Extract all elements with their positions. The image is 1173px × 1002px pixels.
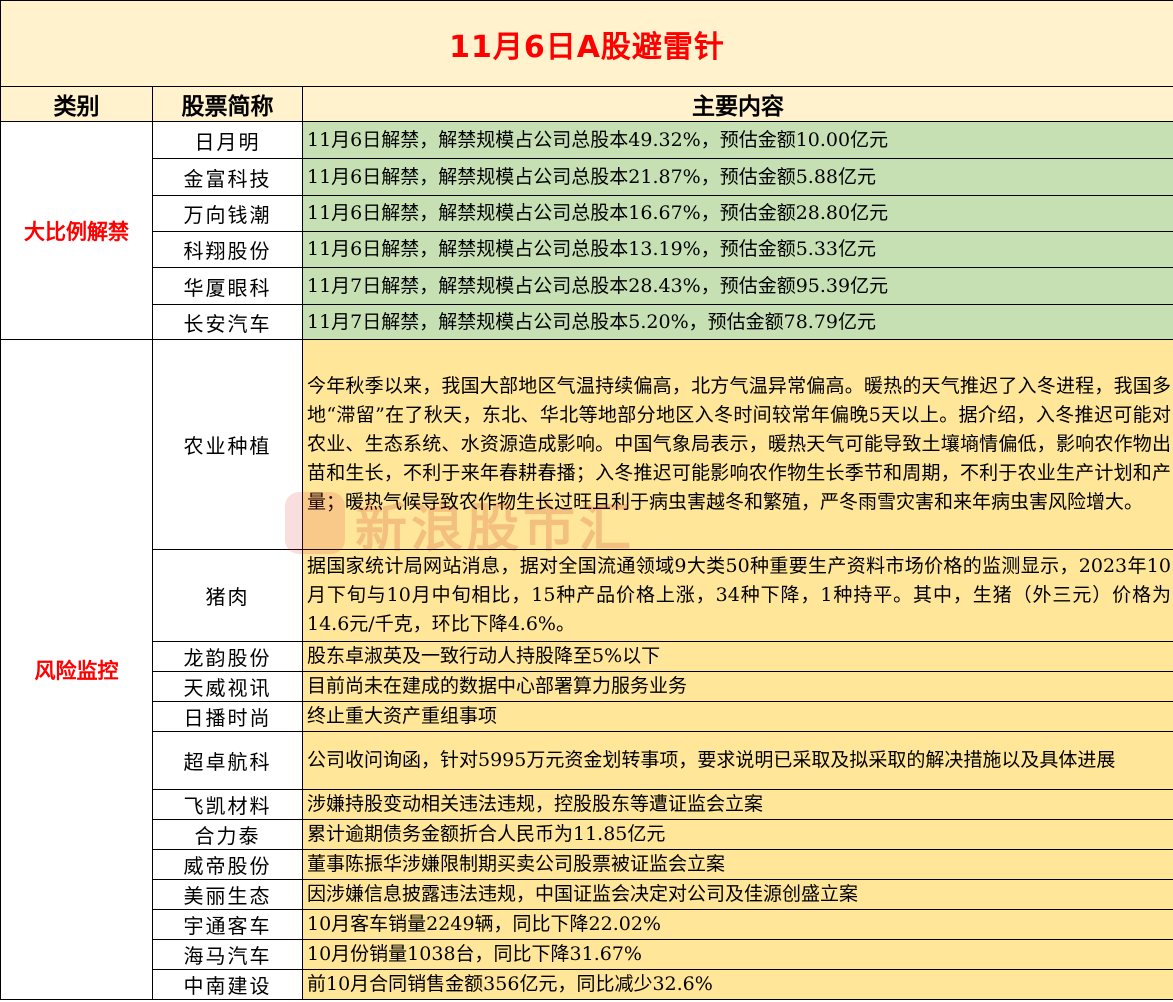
table-row: 合力泰 累计逾期债务金额折合人民币为11.85亿元 — [1, 819, 1173, 850]
stock-name-cell: 金富科技 — [152, 158, 303, 196]
stock-name-cell: 美丽生态 — [152, 879, 303, 910]
table-row: 飞凯材料 涉嫌持股变动相关违法违规，控股股东等遭证监会立案 — [1, 789, 1173, 820]
stock-name-cell: 天威视讯 — [152, 671, 303, 702]
title-row: 11月6日A股避雷针 — [0, 0, 1173, 87]
header-category: 类别 — [0, 86, 153, 122]
stock-name-cell: 超卓航科 — [152, 731, 303, 790]
stock-name-cell: 宇通客车 — [152, 909, 303, 940]
stock-name-cell: 猪肉 — [152, 549, 303, 642]
table-row: 大比例解禁 日月明 11月6日解禁，解禁规模占公司总股本49.32%，预估金额10.… — [0, 121, 1173, 340]
table-row: 长安汽车 11月7日解禁，解禁规模占公司总股本5.20%，预估金额78.79亿元 — [1, 304, 1173, 340]
table-row: 龙韵股份 股东卓淑英及一致行动人持股降至5%以下 — [1, 641, 1173, 672]
stock-name-cell: 农业种植 — [152, 339, 303, 550]
table-row: 风险监控 农业种植 今年秋季以来，我国大部地区气温持续偏高，北方气温异常偏高。暖热的… — [0, 339, 1173, 1000]
table-row: 万向钱潮 11月6日解禁，解禁规模占公司总股本16.67%，预估金额28.80亿元 — [1, 195, 1173, 232]
table-row: 海马汽车 10月份销量1038台，同比下降31.67% — [1, 939, 1173, 970]
table-row: 宇通客车 10月客车销量2249辆，同比下降22.02% — [1, 909, 1173, 940]
content-cell: 因涉嫌信息披露违法违规，中国证监会决定对公司及佳源创盛立案 — [302, 879, 1173, 910]
stock-name-cell: 华厦眼科 — [152, 267, 303, 305]
table-row: 华厦眼科 11月7日解禁，解禁规模占公司总股本28.43%，预估金额95.39亿元 — [1, 267, 1173, 305]
stock-name-cell: 龙韵股份 — [152, 641, 303, 672]
table-row: 科翔股份 11月6日解禁，解禁规模占公司总股本13.19%，预估金额5.33亿元 — [1, 231, 1173, 268]
stock-name-cell: 长安汽车 — [152, 304, 303, 340]
table-row: 中南建设 前10月合同销售金额356亿元，同比减少32.6% — [1, 969, 1173, 1000]
content-cell: 10月份销量1038台，同比下降31.67% — [302, 939, 1173, 970]
header-row: 类别 股票简称 主要内容 — [0, 86, 1173, 122]
stock-name-cell: 威帝股份 — [152, 849, 303, 880]
content-cell: 涉嫌持股变动相关违法违规，控股股东等遭证监会立案 — [302, 789, 1173, 820]
content-cell: 今年秋季以来，我国大部地区气温持续偏高，北方气温异常偏高。暖热的天气推迟了入冬进… — [302, 339, 1173, 550]
table-row: 美丽生态 因涉嫌信息披露违法违规，中国证监会决定对公司及佳源创盛立案 — [1, 879, 1173, 910]
category-cell: 风险监控 — [0, 339, 153, 1000]
content-cell: 11月7日解禁，解禁规模占公司总股本5.20%，预估金额78.79亿元 — [302, 304, 1173, 340]
header-stock-name: 股票简称 — [152, 86, 303, 122]
table-row: 金富科技 11月6日解禁，解禁规模占公司总股本21.87%，预估金额5.88亿元 — [1, 158, 1173, 196]
table-row: 超卓航科 公司收问询函，针对5995万元资金划转事项，要求说明已采取及拟采取的解决… — [1, 731, 1173, 790]
stock-name-cell: 万向钱潮 — [152, 195, 303, 232]
stock-name-cell: 日播时尚 — [152, 701, 303, 732]
content-cell: 11月7日解禁，解禁规模占公司总股本28.43%，预估金额95.39亿元 — [302, 267, 1173, 305]
content-cell: 股东卓淑英及一致行动人持股降至5%以下 — [302, 641, 1173, 672]
content-cell: 11月6日解禁，解禁规模占公司总股本13.19%，预估金额5.33亿元 — [302, 231, 1173, 268]
table-row: 日播时尚 终止重大资产重组事项 — [1, 701, 1173, 732]
content-cell: 前10月合同销售金额356亿元，同比减少32.6% — [302, 969, 1173, 1000]
table-row: 天威视讯 目前尚未在建成的数据中心部署算力服务业务 — [1, 671, 1173, 702]
content-cell: 董事陈振华涉嫌限制期买卖公司股票被证监会立案 — [302, 849, 1173, 880]
content-cell: 10月客车销量2249辆，同比下降22.02% — [302, 909, 1173, 940]
content-cell: 据国家统计局网站消息，据对全国流通领域9大类50种重要生产资料市场价格的监测显示… — [302, 549, 1173, 642]
content-cell: 公司收问询函，针对5995万元资金划转事项，要求说明已采取及拟采取的解决措施以及… — [302, 731, 1173, 790]
header-main-content: 主要内容 — [302, 86, 1173, 122]
content-cell: 终止重大资产重组事项 — [302, 701, 1173, 732]
stock-name-cell: 飞凯材料 — [152, 789, 303, 820]
stock-name-cell: 海马汽车 — [152, 939, 303, 970]
table-row: 威帝股份 董事陈振华涉嫌限制期买卖公司股票被证监会立案 — [1, 849, 1173, 880]
content-cell: 11月6日解禁，解禁规模占公司总股本16.67%，预估金额28.80亿元 — [302, 195, 1173, 232]
table-row: 猪肉 据国家统计局网站消息，据对全国流通领域9大类50种重要生产资料市场价格的监测… — [1, 549, 1173, 642]
content-cell: 累计逾期债务金额折合人民币为11.85亿元 — [302, 819, 1173, 850]
page-title: 11月6日A股避雷针 — [0, 0, 1173, 87]
spreadsheet: 11月6日A股避雷针 类别 股票简称 主要内容 大比例解禁 日月明 11月6日解禁，… — [0, 0, 1173, 1002]
stock-name-cell: 中南建设 — [152, 969, 303, 1000]
risk-table: 11月6日A股避雷针 类别 股票简称 主要内容 大比例解禁 日月明 11月6日解禁，… — [0, 0, 1173, 1000]
content-cell: 11月6日解禁，解禁规模占公司总股本49.32%，预估金额10.00亿元 — [302, 121, 1173, 159]
content-cell: 目前尚未在建成的数据中心部署算力服务业务 — [302, 671, 1173, 702]
stock-name-cell: 日月明 — [152, 121, 303, 159]
stock-name-cell: 科翔股份 — [152, 231, 303, 268]
category-cell: 大比例解禁 — [0, 121, 153, 340]
content-cell: 11月6日解禁，解禁规模占公司总股本21.87%，预估金额5.88亿元 — [302, 158, 1173, 196]
stock-name-cell: 合力泰 — [152, 819, 303, 850]
